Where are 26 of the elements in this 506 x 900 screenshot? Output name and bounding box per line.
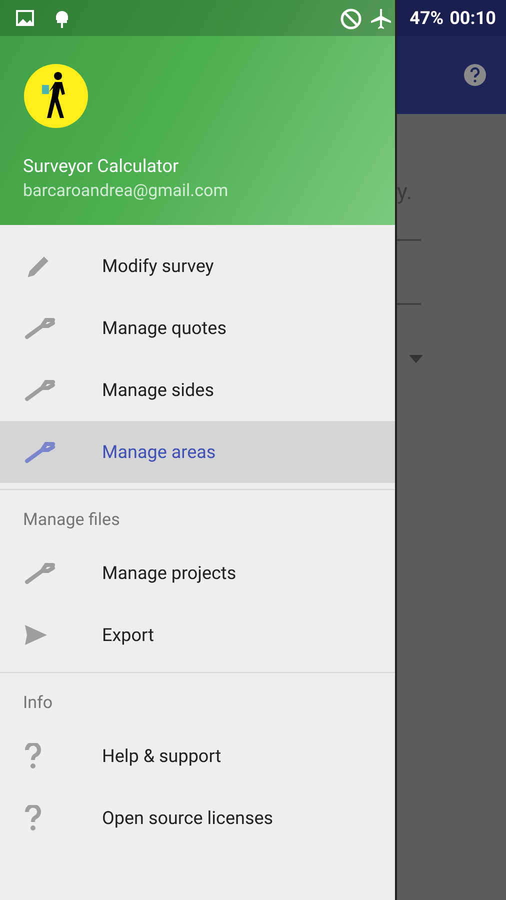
menu-item[interactable]: Export (0, 604, 395, 666)
battery-level: 47% (410, 8, 444, 28)
dropdown-caret-icon (409, 355, 423, 363)
wrench-icon (24, 439, 56, 465)
help-icon[interactable] (464, 64, 486, 86)
image-icon (16, 10, 34, 26)
question-icon (24, 743, 42, 769)
do-not-disturb-icon (340, 8, 362, 30)
wrench-icon (24, 315, 56, 341)
section-title: Info (22, 692, 54, 715)
menu-item[interactable]: Manage quotes (0, 297, 395, 359)
question-icon (24, 805, 42, 831)
send-icon (24, 624, 48, 646)
airplane-icon (370, 8, 392, 30)
wrench-icon (24, 377, 56, 403)
menu-item[interactable]: Manage areas (0, 421, 395, 483)
menu-item[interactable]: Modify survey (0, 235, 395, 297)
menu-item[interactable]: Manage projects (0, 542, 395, 604)
section-title: Manage files (22, 509, 121, 532)
menu-item[interactable]: Open source licenses (0, 787, 395, 849)
account-email: barcaroandrea@gmail.com (23, 181, 230, 201)
app-title: Surveyor Calculator (23, 156, 180, 177)
menu-item[interactable]: Help & support (0, 725, 395, 787)
wrench-icon (24, 560, 56, 586)
menu-item[interactable]: Manage sides (0, 359, 395, 421)
clock: 00:10 (450, 8, 496, 28)
